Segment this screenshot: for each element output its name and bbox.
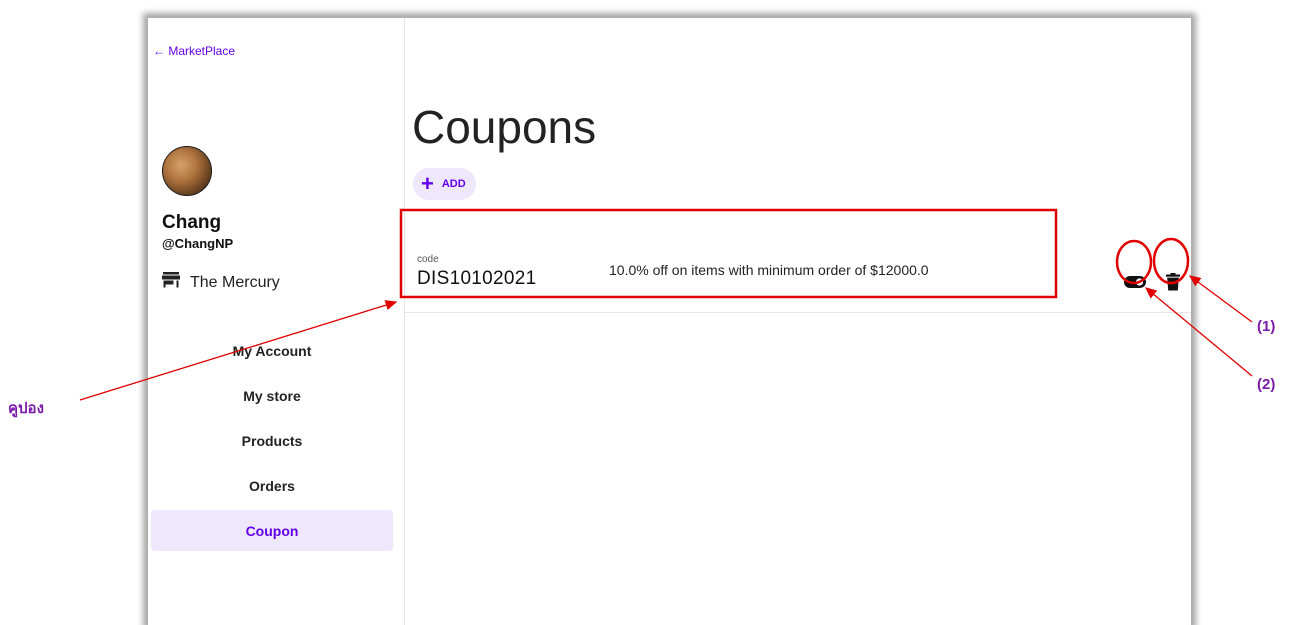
delete-coupon-button[interactable]: [1159, 268, 1187, 296]
sidebar-item-my-store[interactable]: My store: [151, 375, 393, 416]
sidebar-item-coupon[interactable]: Coupon: [151, 510, 393, 551]
coupon-row: code DIS10102021 10.0% off on items with…: [405, 228, 1191, 313]
coupon-annotation-label: คูปอง: [8, 400, 44, 417]
delete-arrow: [1188, 275, 1253, 323]
coupon-code: DIS10102021: [417, 268, 537, 289]
toggle-annotation-label: (2): [1257, 376, 1276, 393]
toggle-coupon-button[interactable]: [1121, 268, 1149, 296]
store-name: The Mercury: [190, 273, 280, 291]
sidebar: ← MarketPlace Chang @ChangNP The Mercury…: [148, 18, 405, 625]
coupon-description: 10.0% off on items with minimum order of…: [609, 262, 929, 278]
app-window: ← MarketPlace Chang @ChangNP The Mercury…: [148, 18, 1191, 625]
sidebar-item-products[interactable]: Products: [151, 420, 393, 461]
back-to-marketplace-link[interactable]: ← MarketPlace: [153, 44, 235, 58]
trash-icon: [1166, 273, 1180, 291]
coupon-code-label: code: [417, 254, 439, 265]
sidebar-nav: My Account My store Products Orders Coup…: [151, 330, 393, 555]
store-icon: [162, 272, 180, 293]
delete-annotation-label: (1): [1257, 318, 1276, 335]
sidebar-item-orders[interactable]: Orders: [151, 465, 393, 506]
user-handle: @ChangNP: [162, 236, 234, 251]
add-button-label: ADD: [441, 178, 466, 190]
add-coupon-button[interactable]: + ADD: [413, 168, 476, 200]
user-name: Chang: [162, 212, 222, 233]
page-title: Coupons: [412, 101, 597, 153]
avatar: [162, 146, 212, 196]
store-info: The Mercury: [162, 272, 280, 293]
toggle-icon: [1124, 276, 1146, 288]
plus-icon: +: [421, 171, 434, 196]
sidebar-item-my-account[interactable]: My Account: [151, 330, 393, 371]
